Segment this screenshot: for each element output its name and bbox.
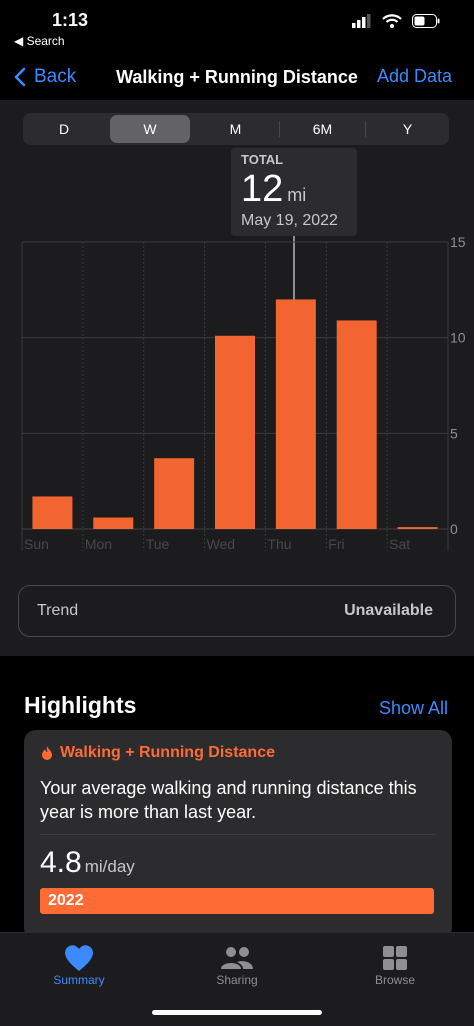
y-tick-label: 15 (450, 234, 466, 250)
bar-fri[interactable] (336, 320, 377, 529)
tab-browse-label: Browse (374, 973, 415, 987)
x-tick-label: Fri (328, 536, 344, 552)
y-tick-label: 10 (450, 330, 466, 346)
highlight-card-header: Walking + Running Distance (40, 744, 275, 762)
tab-summary-label: Summary (53, 973, 105, 987)
heart-icon (65, 945, 93, 971)
trend-label: Trend (37, 602, 79, 619)
segment-year[interactable]: Y (366, 113, 449, 145)
trend-value: Unavailable (344, 602, 433, 619)
highlight-stat: 4.8 mi/day (40, 846, 135, 880)
bar-thu[interactable] (275, 299, 316, 529)
segment-six-months[interactable]: 6M (280, 113, 365, 145)
highlight-bar-label: 2022 (48, 892, 84, 909)
home-indicator (152, 1010, 322, 1015)
show-all-link[interactable]: Show All (379, 698, 448, 719)
segment-day[interactable]: D (23, 113, 105, 145)
tooltip-label: TOTAL (241, 152, 284, 167)
tab-summary[interactable]: Summary (29, 943, 129, 987)
tooltip-unit: mi (287, 185, 307, 205)
x-tick-label: Thu (267, 536, 291, 552)
flame-icon (42, 746, 52, 760)
segment-week[interactable]: W (110, 115, 190, 143)
highlight-comparison-bar: 2022 (40, 888, 434, 914)
x-tick-label: Wed (207, 536, 236, 552)
bar-wed[interactable] (215, 335, 255, 529)
time-range-segmented-control: D W M 6M Y (23, 113, 449, 145)
grid-icon (383, 946, 407, 970)
tab-sharing[interactable]: Sharing (187, 943, 287, 987)
tooltip-date: May 19, 2022 (241, 212, 338, 229)
highlight-category: Walking + Running Distance (60, 744, 275, 761)
bar-tue[interactable] (154, 458, 195, 529)
add-data-button[interactable]: Add Data (377, 66, 452, 87)
signal-icon (352, 14, 371, 28)
back-to-app-link[interactable]: ◀ Search (14, 34, 65, 48)
highlight-stat-value: 4.8 (40, 846, 82, 879)
tooltip-number: 12 (241, 168, 284, 210)
wifi-icon (382, 14, 402, 28)
status-time: 1:13 (52, 10, 89, 30)
x-tick-label: Sat (389, 536, 410, 552)
status-icons (352, 14, 440, 28)
people-icon (221, 947, 253, 969)
tooltip-value: 12 mi (241, 168, 306, 211)
x-tick-label: Tue (146, 536, 170, 552)
y-tick-label: 0 (450, 521, 458, 537)
highlights-heading: Highlights (24, 692, 137, 718)
y-tick-label: 5 (450, 425, 458, 441)
highlight-divider (40, 834, 436, 835)
distance-bar-chart[interactable]: 15 10 5 0 Sun Mon Tue Wed Thu Fri Sat (0, 230, 474, 560)
trend-row[interactable]: Trend Unavailable (18, 585, 456, 637)
highlight-description: Your average walking and running distanc… (40, 778, 417, 822)
selection-tooltip: TOTAL 12 mi May 19, 2022 (231, 148, 357, 236)
tab-browse[interactable]: Browse (345, 943, 445, 987)
navigation-bar: Back Walking + Running Distance Add Data (0, 56, 474, 100)
x-tick-label: Sun (24, 536, 49, 552)
status-bar: 1:13 ◀ Search (0, 0, 474, 56)
tab-sharing-label: Sharing (216, 973, 258, 987)
highlight-stat-unit: mi/day (84, 857, 135, 876)
x-tick-label: Mon (85, 536, 112, 552)
bar-mon[interactable] (93, 517, 134, 529)
segment-month[interactable]: M (193, 113, 278, 145)
highlight-card[interactable]: Walking + Running Distance Your average … (24, 730, 452, 940)
bar-sun[interactable] (32, 496, 73, 529)
bar-sat[interactable] (397, 527, 438, 529)
battery-icon (412, 14, 440, 28)
